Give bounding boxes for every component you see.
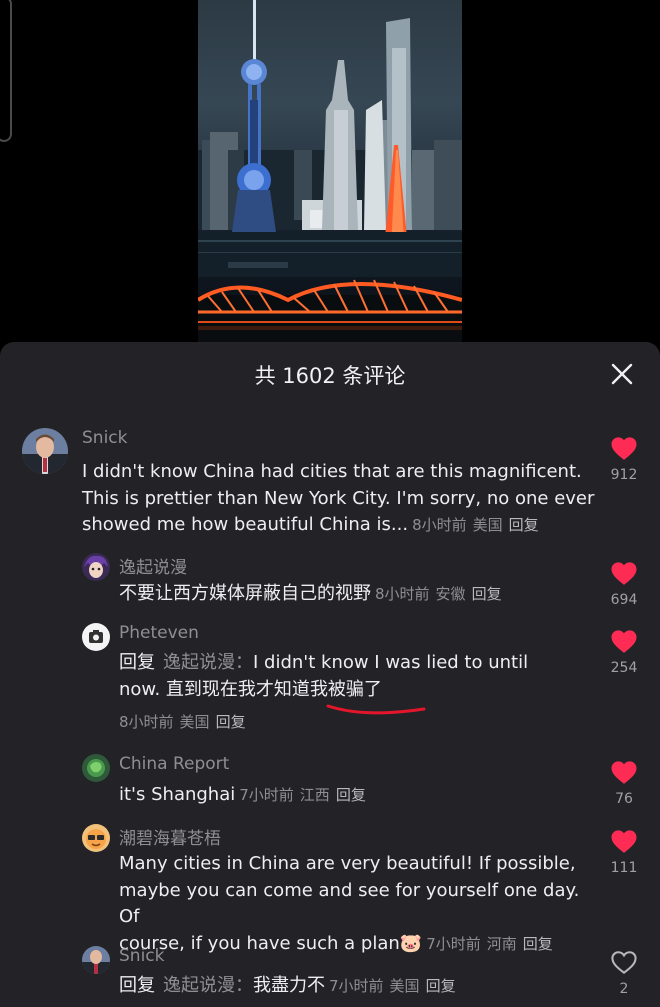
comment-username[interactable]: Pheteven [119, 623, 199, 643]
reply-button[interactable]: 回复 [472, 585, 502, 603]
comment-username[interactable]: China Report [119, 754, 229, 774]
comment-username[interactable]: Snick [82, 428, 127, 448]
reply-prefix: 回复 [119, 975, 155, 996]
reply-button[interactable]: 回复 [509, 516, 539, 534]
comment-text: 回复 逸起说漫：I didn't know I was lied to until… [119, 650, 599, 703]
comment-time: 8小时前 [375, 585, 430, 603]
reply-prefix: 回复 [119, 652, 155, 673]
comment-meta: 8小时前 美国 回复 [412, 516, 539, 534]
heart-filled-icon [611, 830, 637, 853]
like-button[interactable]: 76 [604, 760, 644, 807]
comment-username[interactable]: Snick [119, 946, 164, 966]
avatar-image [82, 623, 110, 651]
comment-location: 美国 [472, 516, 503, 534]
comment-username[interactable]: 逸起说漫 [119, 553, 187, 578]
avatar[interactable] [22, 428, 68, 474]
pig-emoji-icon: 🐷 [399, 932, 423, 954]
avatar-image [82, 754, 110, 782]
comment-location: 江西 [299, 786, 330, 804]
like-count: 76 [615, 791, 633, 807]
like-count: 912 [610, 467, 638, 483]
comment-username[interactable]: 潮碧海暮苍梧 [119, 824, 221, 849]
avatar[interactable] [82, 754, 110, 782]
comment-meta: 8小时前 安徽 回复 [375, 585, 502, 603]
like-button[interactable]: 694 [604, 561, 644, 608]
comment-location: 美国 [179, 713, 210, 731]
comment-text-line: 我盡力不 [253, 975, 325, 996]
reply-target-username: 逸起说漫： [163, 652, 253, 673]
reply-button[interactable]: 回复 [426, 977, 456, 995]
comment-time: 7小时前 [426, 934, 481, 953]
close-button[interactable] [608, 360, 636, 388]
comment-time: 8小时前 [412, 516, 467, 534]
avatar-image [82, 553, 110, 581]
avatar[interactable] [82, 824, 110, 852]
comments-sheet: 共 1602 条评论 Snick I didn't know China had… [0, 342, 660, 1007]
avatar-image [82, 824, 110, 852]
like-button[interactable]: 912 [604, 436, 644, 483]
comment-time: 7小时前 [239, 786, 294, 804]
reply-target-username: 逸起说漫： [163, 975, 253, 996]
comment-location: 安徽 [435, 585, 466, 603]
like-button[interactable]: 254 [604, 629, 644, 676]
heart-outline-icon [611, 951, 637, 975]
comment-location: 美国 [389, 977, 420, 995]
comment-meta: 7小时前 美国 回复 [329, 977, 456, 995]
avatar[interactable] [82, 553, 110, 581]
like-count: 694 [610, 592, 638, 608]
comment-count-title: 共 1602 条评论 [254, 364, 406, 388]
comment-text-line: it's Shanghai [119, 784, 236, 805]
heart-filled-icon [611, 562, 637, 585]
comment-text: it's Shanghai 7小时前 江西 回复 [119, 782, 599, 809]
comment-text-line: showed me how beautiful China is... [82, 514, 409, 535]
like-button[interactable]: 2 [604, 950, 644, 997]
comment-text-line: Many cities in China are very beautiful!… [119, 853, 576, 874]
heart-filled-icon [611, 761, 637, 784]
like-count: 111 [610, 860, 638, 876]
comment-text-line: 不要让西方媒体屏蔽自己的视野 [119, 583, 371, 604]
comment-text-line: I didn't know I was lied to until [253, 652, 529, 673]
video-player[interactable] [0, 0, 660, 345]
comment-text-line: maybe you can come and see for yourself … [119, 879, 580, 928]
comment-text: 回复 逸起说漫：我盡力不 7小时前 美国 回复 [119, 973, 599, 1000]
close-icon [611, 363, 633, 385]
comment-location: 河南 [486, 934, 517, 953]
comment-text: I didn't know China had cities that are … [82, 459, 602, 539]
heart-filled-icon [611, 630, 637, 653]
reply-button[interactable]: 回复 [336, 786, 366, 804]
like-count: 254 [610, 660, 638, 676]
comment-text-line: I didn't know China had cities that are … [82, 461, 582, 482]
comment-meta: 7小时前 江西 回复 [239, 786, 366, 804]
handdrawn-underline [326, 704, 426, 715]
side-panel-handle[interactable] [0, 0, 12, 142]
comment-meta: 7小时前 河南 回复 [426, 935, 553, 953]
comment-meta: 8小时前 美国 回复 [119, 711, 246, 732]
comment-text: Many cities in China are very beautiful!… [119, 851, 599, 957]
avatar-image [22, 428, 68, 474]
like-count: 2 [619, 981, 629, 997]
avatar-image [82, 946, 110, 974]
avatar[interactable] [82, 946, 110, 974]
reply-button[interactable]: 回复 [216, 713, 246, 731]
comment-text-line: This is prettier than New York City. I'm… [82, 487, 595, 509]
skyline-image [198, 0, 462, 345]
underlined-text: 我被骗了 [309, 678, 382, 700]
comment-text: 不要让西方媒体屏蔽自己的视野 8小时前 安徽 回复 [119, 581, 599, 608]
like-button[interactable]: 111 [604, 829, 644, 876]
comment-time: 8小时前 [119, 713, 174, 731]
video-thumbnail-shanghai-skyline[interactable] [198, 0, 462, 345]
reply-button[interactable]: 回复 [523, 935, 553, 953]
avatar[interactable] [82, 623, 110, 651]
comment-time: 7小时前 [329, 977, 384, 995]
comment-text-line: now. 直到现在我才知道 [119, 678, 310, 700]
heart-filled-icon [611, 437, 637, 460]
